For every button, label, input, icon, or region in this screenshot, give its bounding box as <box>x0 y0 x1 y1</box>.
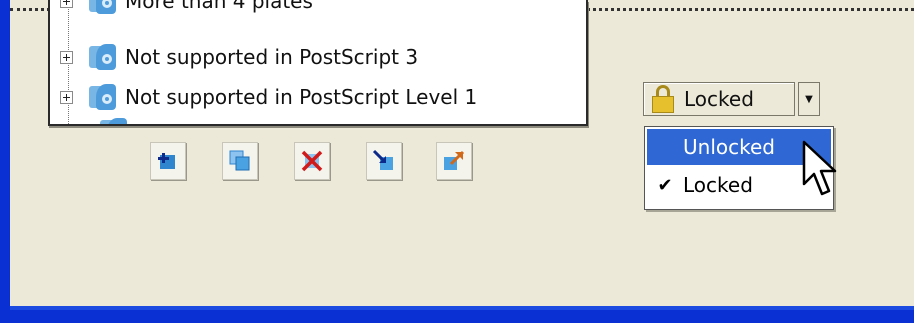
tree-item-label: Not supported in PostScript 3 <box>125 45 419 69</box>
tree-item[interactable]: More than 4 plates <box>60 0 313 18</box>
check-icon: ✔ <box>657 174 673 196</box>
window-frame-bottom-edge <box>10 306 914 310</box>
plate-icon <box>98 116 128 124</box>
plate-icon <box>87 0 117 16</box>
tree-item[interactable]: Not supported in PostScript 3 <box>60 40 418 74</box>
tree-item-label: More than 4 plates <box>125 0 313 13</box>
delete-icon <box>301 150 323 172</box>
duplicate-plate-button[interactable] <box>222 142 258 180</box>
plate-icon <box>87 42 117 72</box>
expand-icon[interactable] <box>60 0 73 8</box>
new-plate-icon <box>158 153 175 169</box>
lock-selected-value: Locked <box>684 87 754 111</box>
window-frame-left <box>0 0 10 323</box>
tree-item[interactable]: Not supported in PostScript Level 1 <box>60 80 477 114</box>
plate-tree[interactable]: More than 4 plates Not supported in Post… <box>48 0 588 126</box>
lock-dropdown-arrow[interactable]: ▼ <box>798 82 820 116</box>
mouse-cursor-icon <box>802 140 837 196</box>
lock-dropdown[interactable]: Locked <box>643 82 795 116</box>
chevron-down-icon: ▼ <box>805 93 813 105</box>
window-frame-bottom <box>0 310 914 323</box>
expand-icon[interactable] <box>60 90 73 104</box>
new-plate-button[interactable] <box>150 142 186 180</box>
lock-icon <box>650 84 676 114</box>
export-button[interactable] <box>436 142 472 180</box>
import-icon <box>372 149 393 170</box>
delete-plate-button[interactable] <box>294 142 330 180</box>
export-icon <box>444 150 465 170</box>
duplicate-plate-icon <box>229 150 250 171</box>
expand-icon[interactable] <box>60 50 73 64</box>
import-button[interactable] <box>366 142 402 180</box>
tree-item-label: Not supported in PostScript Level 1 <box>125 85 478 109</box>
plate-icon <box>87 82 117 112</box>
